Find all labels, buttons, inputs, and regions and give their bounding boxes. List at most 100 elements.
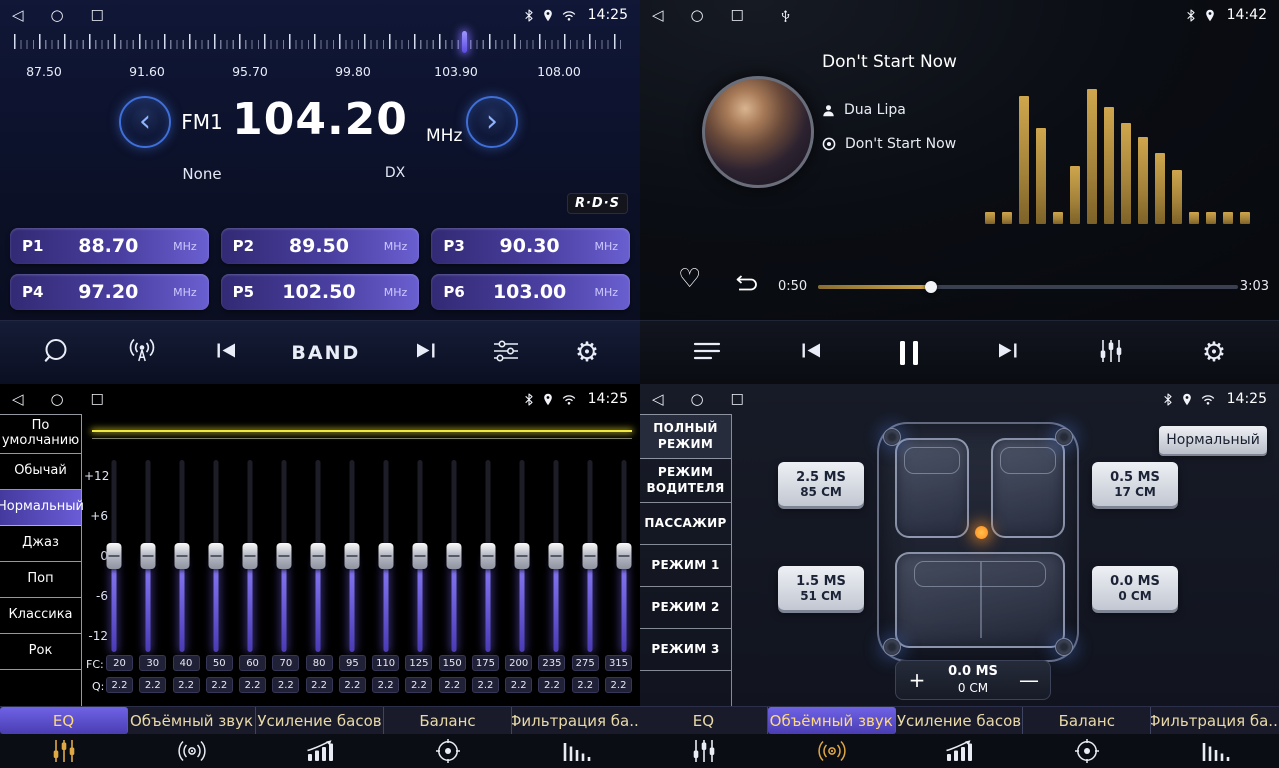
preset-p4[interactable]: P4 97.20 MHz <box>10 274 209 310</box>
eq-band-slider[interactable] <box>106 460 122 652</box>
slider-knob[interactable] <box>447 543 462 569</box>
seek-bar[interactable] <box>818 285 1238 289</box>
eq-band-slider[interactable] <box>208 460 224 652</box>
nav-home-icon[interactable]: ○ <box>691 8 704 23</box>
listening-mode-item[interactable]: ПОЛНЫЙ РЕЖИМ <box>640 414 731 459</box>
slider-knob[interactable] <box>345 543 360 569</box>
nav-home-icon[interactable]: ○ <box>51 392 64 407</box>
eq-band-slider[interactable] <box>276 460 292 652</box>
filter-icon[interactable] <box>512 734 640 768</box>
eq-band-slider[interactable] <box>412 460 428 652</box>
eq-sliders-icon[interactable] <box>0 734 128 768</box>
eq-band-slider[interactable] <box>514 460 530 652</box>
slider-knob[interactable] <box>583 543 598 569</box>
eq-band-slider[interactable] <box>174 460 190 652</box>
eq-band-slider[interactable] <box>140 460 156 652</box>
tune-down-button[interactable]: ‹ <box>119 96 171 148</box>
bass-boost-icon[interactable] <box>896 734 1024 768</box>
front-right-delay[interactable]: 0.5 MS 17 СМ <box>1092 462 1178 506</box>
eq-preset-item[interactable]: Джаз <box>0 526 81 562</box>
next-station-button[interactable] <box>414 342 438 363</box>
previous-track-button[interactable] <box>799 342 823 363</box>
eq-band-slider[interactable] <box>446 460 462 652</box>
band-button[interactable]: BAND <box>291 342 360 364</box>
slider-knob[interactable] <box>209 543 224 569</box>
scan-button[interactable] <box>41 336 71 370</box>
seek-thumb[interactable] <box>925 281 937 293</box>
eq-band-slider[interactable] <box>548 460 564 652</box>
nav-recents-icon[interactable]: □ <box>731 8 744 22</box>
tab-filter[interactable]: Фильтрация ба... <box>1151 707 1279 734</box>
next-track-button[interactable] <box>996 342 1020 363</box>
slider-knob[interactable] <box>515 543 530 569</box>
tune-up-button[interactable]: › <box>466 96 518 148</box>
rear-right-delay[interactable]: 0.0 MS 0 СМ <box>1092 566 1178 610</box>
surround-sound-icon[interactable] <box>128 734 256 768</box>
preset-p5[interactable]: P5 102.50 MHz <box>221 274 420 310</box>
audio-settings-button[interactable] <box>491 338 521 368</box>
slider-knob[interactable] <box>413 543 428 569</box>
repeat-button[interactable] <box>732 274 760 298</box>
slider-knob[interactable] <box>277 543 292 569</box>
eq-preset-item[interactable]: Рок <box>0 634 81 670</box>
playlist-button[interactable] <box>693 341 721 365</box>
slider-knob[interactable] <box>141 543 156 569</box>
pause-button[interactable] <box>900 341 918 365</box>
eq-band-slider[interactable] <box>480 460 496 652</box>
eq-preset-item[interactable]: Обычай <box>0 454 81 490</box>
tab-eq[interactable]: EQ <box>0 707 128 734</box>
listening-mode-item[interactable]: РЕЖИМ 3 <box>640 629 731 671</box>
increase-delay-button[interactable]: + <box>896 670 938 690</box>
rear-left-delay[interactable]: 1.5 MS 51 СМ <box>778 566 864 610</box>
eq-preset-item[interactable]: По умолчанию <box>0 414 81 454</box>
tab-balance[interactable]: Баланс <box>1023 707 1151 734</box>
nav-home-icon[interactable]: ○ <box>51 8 64 23</box>
surround-sound-icon[interactable] <box>768 734 896 768</box>
decrease-delay-button[interactable]: — <box>1008 670 1050 690</box>
tab-surround[interactable]: Объёмный звук <box>128 707 256 734</box>
preset-normal-button[interactable]: Нормальный <box>1159 426 1267 454</box>
nav-recents-icon[interactable]: □ <box>731 392 744 406</box>
eq-band-slider[interactable] <box>582 460 598 652</box>
balance-icon[interactable] <box>384 734 512 768</box>
nav-recents-icon[interactable]: □ <box>91 8 104 22</box>
nav-home-icon[interactable]: ○ <box>691 392 704 407</box>
slider-knob[interactable] <box>311 543 326 569</box>
filter-icon[interactable] <box>1151 734 1279 768</box>
slider-knob[interactable] <box>617 543 632 569</box>
favorite-button[interactable]: ♡ <box>678 266 701 292</box>
nav-back-icon[interactable]: ◁ <box>652 392 664 407</box>
slider-knob[interactable] <box>175 543 190 569</box>
slider-knob[interactable] <box>243 543 258 569</box>
eq-preset-item[interactable]: Поп <box>0 562 81 598</box>
listening-mode-item[interactable]: ПАССАЖИР <box>640 503 731 545</box>
tab-balance[interactable]: Баланс <box>384 707 512 734</box>
eq-band-slider[interactable] <box>616 460 632 652</box>
settings-gear-icon[interactable]: ⚙ <box>575 339 599 366</box>
eq-band-slider[interactable] <box>378 460 394 652</box>
preset-p6[interactable]: P6 103.00 MHz <box>431 274 630 310</box>
bass-boost-icon[interactable] <box>256 734 384 768</box>
nav-back-icon[interactable]: ◁ <box>12 392 24 407</box>
preset-p3[interactable]: P3 90.30 MHz <box>431 228 630 264</box>
eq-preset-item[interactable]: Классика <box>0 598 81 634</box>
equalizer-button[interactable] <box>1098 338 1124 368</box>
previous-station-button[interactable] <box>214 342 238 363</box>
slider-knob[interactable] <box>481 543 496 569</box>
settings-gear-icon[interactable]: ⚙ <box>1202 339 1226 366</box>
preset-p1[interactable]: P1 88.70 MHz <box>10 228 209 264</box>
eq-band-slider[interactable] <box>344 460 360 652</box>
eq-preset-item[interactable]: Нормальный <box>0 490 81 526</box>
nav-recents-icon[interactable]: □ <box>91 392 104 406</box>
balance-icon[interactable] <box>1023 734 1151 768</box>
tab-surround[interactable]: Объёмный звук <box>768 707 896 734</box>
front-left-delay[interactable]: 2.5 MS 85 СМ <box>778 462 864 506</box>
slider-knob[interactable] <box>549 543 564 569</box>
listening-mode-item[interactable]: РЕЖИМ 1 <box>640 545 731 587</box>
broadcast-button[interactable] <box>124 338 160 368</box>
tab-filter[interactable]: Фильтрация ба... <box>512 707 640 734</box>
nav-back-icon[interactable]: ◁ <box>12 8 24 23</box>
nav-back-icon[interactable]: ◁ <box>652 8 664 23</box>
tab-bass-boost[interactable]: Усиление басов <box>256 707 384 734</box>
eq-band-slider[interactable] <box>242 460 258 652</box>
